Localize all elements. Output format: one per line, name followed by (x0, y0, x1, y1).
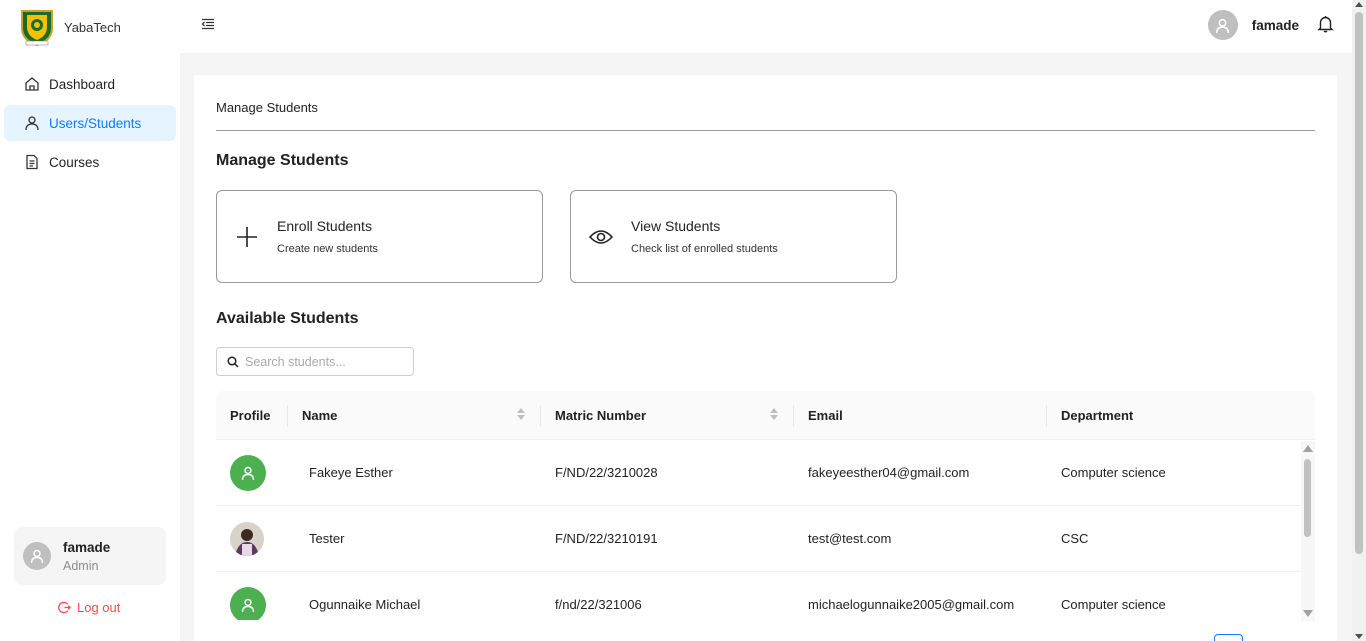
cell-department: CSC (1061, 531, 1089, 546)
scroll-thumb[interactable] (1304, 459, 1311, 537)
cell-name: Tester (309, 531, 345, 546)
user-icon (24, 115, 40, 131)
scroll-down-icon[interactable] (1303, 610, 1313, 617)
table-header: Profile Name Matric Number Email Departm… (216, 391, 1315, 440)
cell-matric-number: f/nd/22/321006 (555, 597, 642, 612)
sort-icon[interactable] (517, 408, 525, 420)
cell-matric-number: F/ND/22/3210191 (555, 531, 658, 546)
home-icon (24, 76, 40, 92)
students-table: Profile Name Matric Number Email Departm… (216, 391, 1315, 641)
cell-name: Ogunnaike Michael (309, 597, 421, 612)
table-row[interactable]: Ogunnaike Michael f/nd/22/321006 michael… (216, 572, 1315, 620)
bell-icon[interactable] (1317, 15, 1334, 36)
user-icon (241, 598, 255, 612)
sidebar-item-courses[interactable]: Courses (4, 144, 176, 180)
view-students-card[interactable]: View Students Check list of enrolled stu… (570, 190, 897, 283)
user-icon (1216, 18, 1230, 33)
column-label: Profile (230, 407, 271, 423)
top-username[interactable]: famade (1252, 18, 1299, 33)
sidebar-item-label: Courses (49, 154, 100, 170)
sidebar: YabaTech Dashboard Users/Students Course… (0, 0, 180, 641)
main-content: Manage Students Manage Students Enroll S… (194, 75, 1337, 641)
column-header-profile: Profile (216, 391, 288, 439)
search-icon (227, 355, 239, 368)
table-body: Fakeye Esther F/ND/22/3210028 fakeyeesth… (216, 440, 1315, 620)
avatar (230, 454, 266, 491)
pagination-button[interactable] (1214, 634, 1243, 641)
column-header-matric-number[interactable]: Matric Number (541, 391, 794, 439)
cell-department: Computer science (1061, 597, 1166, 612)
enroll-students-card[interactable]: Enroll Students Create new students (216, 190, 543, 283)
yabatech-crest-icon (21, 10, 53, 46)
search-box[interactable] (216, 347, 414, 376)
eye-icon (571, 229, 631, 245)
scroll-thumb[interactable] (1355, 12, 1363, 554)
scroll-up-icon[interactable] (1303, 445, 1313, 452)
divider (216, 130, 1315, 131)
table-row[interactable]: Fakeye Esther F/ND/22/3210028 fakeyeesth… (216, 440, 1315, 506)
cell-name: Fakeye Esther (309, 465, 393, 480)
sort-icon[interactable] (770, 408, 778, 420)
cell-department: Computer science (1061, 465, 1166, 480)
scroll-down-icon[interactable] (1355, 634, 1363, 639)
plus-icon (217, 226, 277, 248)
column-header-department: Department (1047, 391, 1315, 439)
avatar (230, 586, 266, 620)
cell-email: michaelogunnaike2005@gmail.com (808, 597, 1015, 612)
table-row[interactable]: Tester F/ND/22/3210191 test@test.com CSC (216, 506, 1315, 572)
logo[interactable]: YabaTech (18, 8, 121, 46)
cell-email: fakeyeesther04@gmail.com (808, 465, 970, 480)
logout-label: Log out (77, 600, 121, 615)
card-subtitle: Check list of enrolled students (631, 243, 778, 255)
card-subtitle: Create new students (277, 243, 378, 255)
avatar[interactable] (1207, 10, 1238, 40)
sidebar-user-role: Admin (63, 558, 99, 573)
sidebar-item-label: Users/Students (49, 115, 142, 131)
sidebar-user-card[interactable]: famade Admin (14, 527, 166, 585)
user-icon (241, 466, 255, 480)
column-label: Department (1061, 407, 1134, 423)
card-title: Enroll Students (277, 218, 372, 234)
sidebar-item-users-students[interactable]: Users/Students (4, 105, 176, 141)
avatar (230, 521, 264, 556)
page-scrollbar[interactable] (1352, 0, 1366, 641)
cell-email: test@test.com (808, 531, 892, 546)
profile-photo-icon (230, 521, 264, 556)
card-title: View Students (631, 218, 721, 234)
column-label: Name (302, 407, 338, 423)
available-students-heading: Available Students (216, 310, 359, 327)
app-name: YabaTech (64, 19, 121, 35)
table-scrollbar[interactable] (1301, 441, 1315, 621)
sidebar-nav: Dashboard Users/Students Courses (4, 66, 176, 183)
logout-icon (58, 601, 71, 614)
scroll-up-icon[interactable] (1355, 2, 1363, 7)
sidebar-user-name: famade (63, 539, 111, 555)
top-bar: famade (180, 0, 1352, 53)
sidebar-item-dashboard[interactable]: Dashboard (4, 66, 176, 102)
cell-matric-number: F/ND/22/3210028 (555, 465, 658, 480)
column-header-email: Email (794, 391, 1047, 439)
user-icon (30, 549, 44, 564)
avatar (23, 542, 51, 570)
column-label: Matric Number (555, 407, 647, 423)
column-label: Email (808, 407, 843, 423)
logout-button[interactable]: Log out (58, 600, 120, 615)
menu-fold-icon[interactable] (201, 17, 215, 34)
document-icon (24, 154, 40, 170)
page-title: Manage Students (216, 152, 349, 169)
search-input[interactable] (245, 354, 405, 369)
breadcrumb: Manage Students (216, 100, 318, 115)
column-header-name[interactable]: Name (288, 391, 541, 439)
sidebar-item-label: Dashboard (49, 76, 116, 92)
